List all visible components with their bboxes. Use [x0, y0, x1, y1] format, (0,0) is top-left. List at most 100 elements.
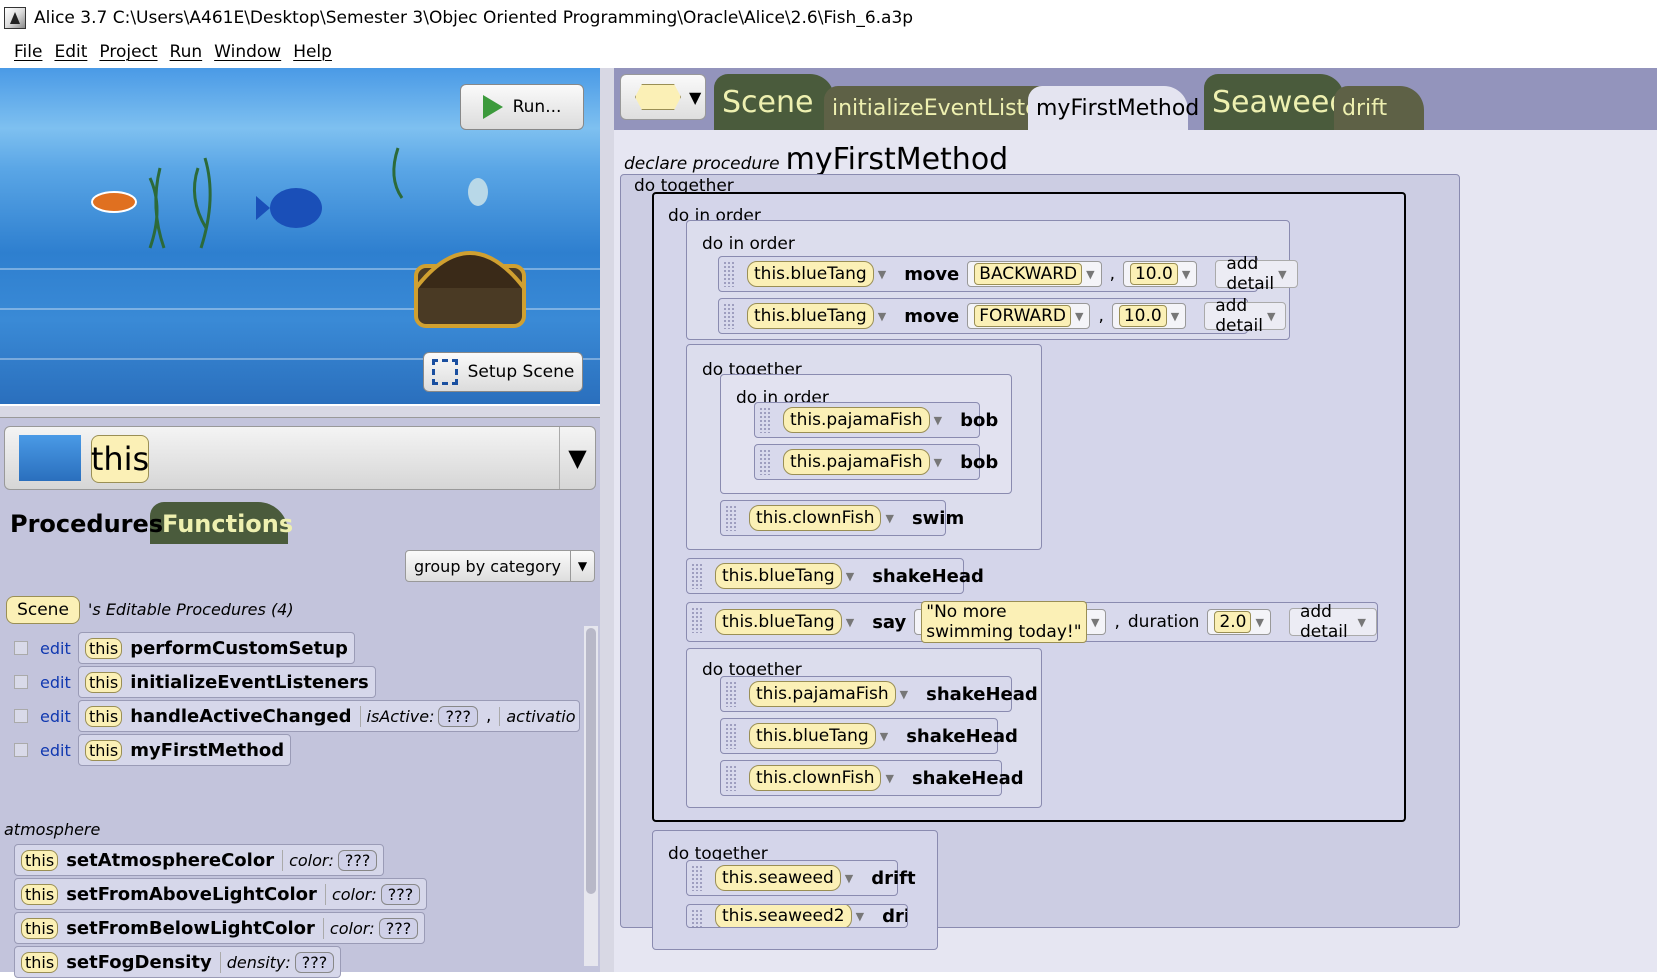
add-detail-button[interactable]: add detail ▼	[1204, 296, 1287, 336]
row-checkbox[interactable]	[14, 675, 28, 689]
edit-link[interactable]: edit	[40, 673, 78, 692]
vertical-splitter[interactable]	[600, 68, 614, 972]
statement-say[interactable]: this.blueTang ▼ say "No more swimming tod…	[686, 601, 1378, 643]
object-chip[interactable]: this.blueTang	[715, 563, 842, 589]
procedure-block[interactable]: this performCustomSetup	[78, 632, 355, 664]
row-checkbox[interactable]	[14, 709, 28, 723]
add-detail-button[interactable]: add detail ▼	[1215, 254, 1298, 294]
parameter-value[interactable]: ???	[378, 917, 419, 939]
direction-arg[interactable]: BACKWARD ▼	[967, 261, 1102, 287]
statement-bob[interactable]: this.pajamaFish ▼ bob	[754, 444, 998, 480]
dropdown-arrow-icon[interactable]: ▼	[559, 427, 595, 489]
edit-link[interactable]: edit	[40, 741, 78, 760]
dropdown-arrow-icon[interactable]: ▼	[878, 310, 886, 323]
procedure-block[interactable]: this setAtmosphereColor color:???	[14, 844, 385, 876]
dropdown-arrow-icon[interactable]: ▼	[900, 688, 908, 701]
parameter-value[interactable]: ???	[380, 883, 421, 905]
text-arg[interactable]: "No more swimming today!" ▼	[914, 601, 1107, 643]
menu-file[interactable]: File	[14, 42, 42, 62]
statement-move[interactable]: this.blueTang ▼ move FORWARD ▼ , 10.0 ▼ add…	[718, 296, 1287, 336]
object-chip[interactable]: this.seaweed2	[715, 905, 852, 927]
edit-link[interactable]: edit	[40, 707, 78, 726]
dropdown-arrow-icon[interactable]: ▼	[934, 456, 942, 469]
dropdown-arrow-icon[interactable]: ▼	[934, 414, 942, 427]
tab-functions[interactable]: Functions	[150, 502, 293, 546]
horizontal-splitter[interactable]	[0, 406, 600, 418]
tab-scene-type[interactable]: Scene	[714, 74, 834, 130]
instance-selector[interactable]: this ▼	[4, 426, 596, 490]
dropdown-arrow-icon[interactable]: ▼	[845, 872, 853, 885]
drag-handle[interactable]	[725, 505, 737, 531]
parameter-value[interactable]: ???	[294, 951, 335, 973]
drag-handle[interactable]	[725, 765, 737, 791]
run-button[interactable]: Run...	[460, 84, 584, 130]
statement-bob[interactable]: this.pajamaFish ▼ bob	[754, 402, 998, 438]
object-chip[interactable]: this.clownFish	[749, 505, 882, 531]
object-chip[interactable]: this.pajamaFish	[783, 407, 930, 433]
procedure-block[interactable]: this initializeEventListeners	[78, 666, 376, 698]
drag-handle[interactable]	[723, 303, 735, 329]
object-chip[interactable]: this.blueTang	[747, 303, 874, 329]
edit-link[interactable]: edit	[40, 639, 78, 658]
statement-shake-head[interactable]: this.blueTang ▼ shakeHead	[686, 558, 984, 594]
object-chip[interactable]: this.seaweed	[715, 865, 841, 891]
statement-shake-head[interactable]: this.blueTang ▼ shakeHead	[720, 718, 1018, 754]
dropdown-arrow-icon[interactable]: ▼	[846, 570, 854, 583]
procedures-scroll-thumb[interactable]	[586, 628, 596, 894]
object-chip[interactable]: this.blueTang	[747, 261, 874, 287]
statement-move[interactable]: this.blueTang ▼ move BACKWARD ▼ , 10.0 ▼ ad…	[718, 254, 1298, 294]
menu-window[interactable]: Window	[214, 42, 281, 62]
row-checkbox[interactable]	[14, 641, 28, 655]
procedure-block[interactable]: this setFromAboveLightColor color:???	[14, 878, 428, 910]
drag-handle[interactable]	[691, 607, 703, 633]
direction-arg[interactable]: FORWARD ▼	[967, 303, 1091, 329]
amount-arg[interactable]: 10.0 ▼	[1111, 303, 1187, 329]
drag-handle[interactable]	[723, 261, 735, 287]
parameter-value[interactable]: ???	[438, 705, 478, 727]
group-by-dropdown[interactable]: group by category ▼	[405, 550, 595, 582]
dropdown-arrow-icon[interactable]: ▼	[856, 910, 864, 923]
drag-handle[interactable]	[759, 449, 771, 475]
procedure-block[interactable]: this handleActiveChanged isActive:??? , …	[78, 700, 580, 732]
dropdown-arrow-icon[interactable]: ▼	[885, 512, 893, 525]
statement-shake-head[interactable]: this.clownFish ▼ shakeHead	[720, 760, 1024, 796]
drag-handle[interactable]	[725, 723, 737, 749]
add-detail-button[interactable]: add detail ▼	[1288, 602, 1377, 642]
object-chip[interactable]: this.pajamaFish	[783, 449, 930, 475]
type-selector[interactable]: ▼	[620, 74, 706, 120]
menu-run[interactable]: Run	[170, 42, 203, 62]
duration-arg[interactable]: 2.0 ▼	[1207, 609, 1271, 635]
object-chip[interactable]: this.clownFish	[749, 765, 882, 791]
tab-procedures[interactable]: Procedures	[2, 502, 163, 546]
dropdown-arrow-icon[interactable]: ▼	[885, 772, 893, 785]
scene-view[interactable]: Run... Setup Scene	[0, 68, 600, 406]
dropdown-arrow-icon[interactable]: ▼	[880, 730, 888, 743]
object-chip[interactable]: this.pajamaFish	[749, 681, 896, 707]
drag-handle[interactable]	[691, 909, 703, 927]
statement-swim[interactable]: this.clownFish ▼ swim	[720, 500, 964, 536]
drag-handle[interactable]	[691, 563, 703, 589]
setup-scene-button[interactable]: Setup Scene	[423, 352, 583, 392]
menu-edit[interactable]: Edit	[54, 42, 87, 62]
drag-handle[interactable]	[759, 407, 771, 433]
procedure-block[interactable]: this myFirstMethod	[78, 734, 292, 766]
statement-drift[interactable]: this.seaweed2 ▼ drift	[686, 904, 908, 928]
dropdown-arrow-icon[interactable]: ▼	[846, 616, 854, 629]
tab-drift[interactable]: drift	[1334, 86, 1424, 130]
tab-seaweed-type[interactable]: Seaweed	[1204, 74, 1348, 130]
row-checkbox[interactable]	[14, 743, 28, 757]
dropdown-arrow-icon[interactable]: ▼	[878, 268, 886, 281]
menu-project[interactable]: Project	[99, 42, 157, 62]
procedure-block[interactable]: this setFogDensity density:???	[14, 946, 342, 978]
menu-help[interactable]: Help	[293, 42, 332, 62]
object-chip[interactable]: this.blueTang	[715, 609, 842, 635]
statement-shake-head[interactable]: this.pajamaFish ▼ shakeHead	[720, 676, 1038, 712]
drag-handle[interactable]	[691, 865, 703, 891]
parameter-value[interactable]: ???	[337, 849, 378, 871]
procedure-block[interactable]: this setFromBelowLightColor color:???	[14, 912, 426, 944]
amount-arg[interactable]: 10.0 ▼	[1122, 261, 1198, 287]
object-chip[interactable]: this.blueTang	[749, 723, 876, 749]
drag-handle[interactable]	[725, 681, 737, 707]
statement-drift[interactable]: this.seaweed ▼ drift	[686, 860, 916, 896]
tab-my-first-method[interactable]: myFirstMethod	[1028, 86, 1199, 130]
